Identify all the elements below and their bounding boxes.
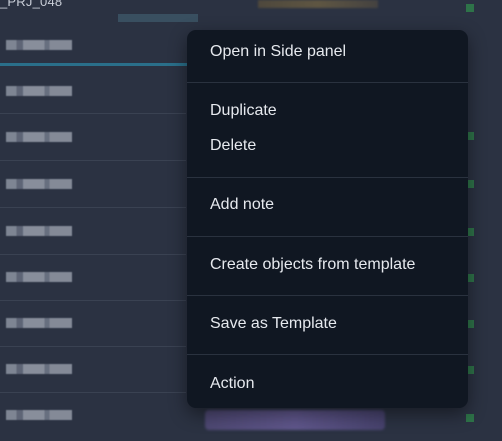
blurred-tag-chip	[205, 410, 385, 430]
menu-item-save-as-template[interactable]: Save as Template	[187, 311, 468, 337]
menu-separator	[187, 177, 468, 178]
menu-separator	[187, 82, 468, 83]
blurred-cell-text	[6, 40, 72, 50]
menu-separator	[187, 236, 468, 237]
top-row-label: _PRJ_048	[0, 0, 63, 9]
blurred-cell-text	[6, 364, 72, 374]
blurred-cell-text	[6, 272, 72, 282]
menu-item-duplicate[interactable]: Duplicate	[187, 98, 468, 124]
header-highlight	[118, 14, 198, 22]
blurred-cell-text	[6, 132, 72, 142]
menu-item-open-in-side-panel[interactable]: Open in Side panel	[187, 39, 468, 65]
app-window: _PRJ_048 Open in Side panel Duplicate De…	[0, 0, 502, 441]
menu-item-action[interactable]: Action	[187, 371, 468, 397]
blurred-header-text	[258, 0, 378, 8]
menu-item-add-note[interactable]: Add note	[187, 192, 468, 218]
status-tag	[466, 414, 474, 422]
menu-item-create-objects-from-template[interactable]: Create objects from template	[187, 252, 468, 278]
blurred-cell-text	[6, 86, 72, 96]
menu-separator	[187, 295, 468, 296]
blurred-cell-text	[6, 410, 72, 420]
status-tag	[466, 4, 474, 12]
blurred-cell-text	[6, 226, 72, 236]
context-menu: Open in Side panel Duplicate Delete Add …	[187, 30, 468, 408]
blurred-cell-text	[6, 179, 72, 189]
menu-separator	[187, 354, 468, 355]
blurred-cell-text	[6, 318, 72, 328]
menu-item-delete[interactable]: Delete	[187, 133, 468, 159]
